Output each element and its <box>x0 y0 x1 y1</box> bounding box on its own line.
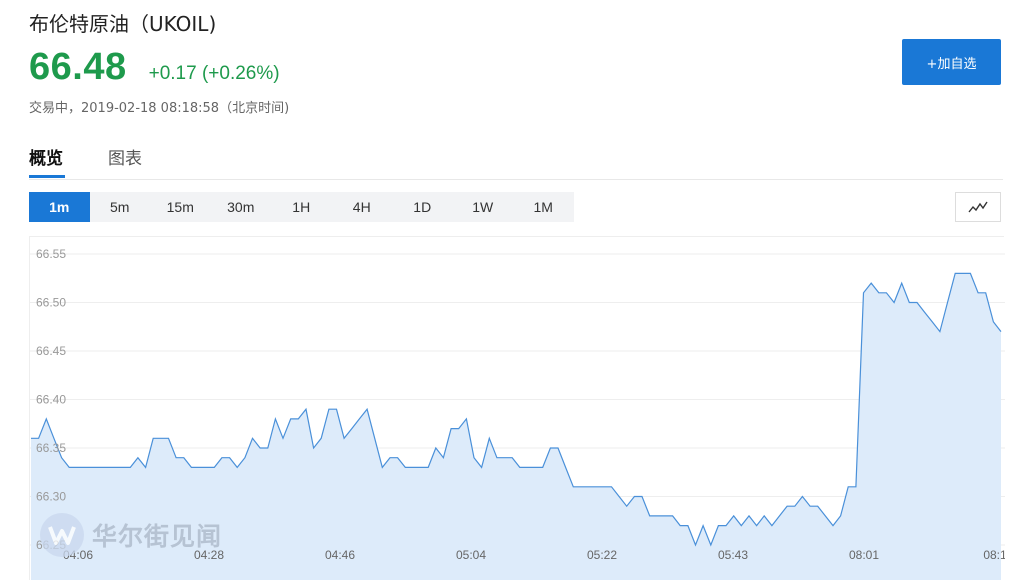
line-chart-icon <box>968 201 988 213</box>
interval-1w[interactable]: 1W <box>453 192 514 222</box>
tab-overview[interactable]: 概览 <box>29 144 63 169</box>
y-tick-label: 66.40 <box>36 393 66 407</box>
add-to-watchlist-button[interactable]: +加自选 <box>902 39 1001 85</box>
x-tick-label: 08:01 <box>849 548 879 562</box>
y-tick-label: 66.50 <box>36 296 66 310</box>
view-tabs: 概览 图表 <box>29 142 1003 180</box>
interval-1h[interactable]: 1H <box>271 192 332 222</box>
interval-1month[interactable]: 1M <box>513 192 574 222</box>
y-tick-label: 66.30 <box>36 490 66 504</box>
x-tick-label: 08:1 <box>983 548 1005 562</box>
x-tick-label: 04:46 <box>325 548 355 562</box>
watermark-text: 华尔街见闻 <box>92 522 223 551</box>
interval-1d[interactable]: 1D <box>392 192 453 222</box>
y-tick-label: 66.45 <box>36 344 66 358</box>
x-tick-label: 05:04 <box>456 548 486 562</box>
last-price: 66.48 <box>29 46 127 88</box>
x-tick-label: 05:22 <box>587 548 617 562</box>
interval-15m[interactable]: 15m <box>150 192 211 222</box>
interval-5m[interactable]: 5m <box>90 192 151 222</box>
interval-selector: 1m 5m 15m 30m 1H 4H 1D 1W 1M <box>29 192 574 222</box>
trading-status: 交易中，2019-02-18 08:18:58（北京时间) <box>29 101 290 116</box>
instrument-title: 布伦特原油（UKOIL) <box>29 12 217 36</box>
active-tab-indicator <box>29 175 65 178</box>
y-tick-label: 66.55 <box>36 247 66 261</box>
x-tick-label: 05:43 <box>718 548 748 562</box>
price-change: +0.17 (+0.26%) <box>148 63 280 84</box>
price-row: 66.48 +0.17 (+0.26%) <box>29 46 280 89</box>
tab-chart[interactable]: 图表 <box>108 144 142 169</box>
chart-type-toggle[interactable] <box>955 192 1001 222</box>
interval-30m[interactable]: 30m <box>211 192 272 222</box>
wallstreetcn-logo-icon <box>40 513 84 557</box>
y-tick-label: 66.35 <box>36 441 66 455</box>
watermark: 华尔街见闻 <box>40 513 222 557</box>
interval-4h[interactable]: 4H <box>332 192 393 222</box>
interval-1m[interactable]: 1m <box>29 192 90 222</box>
